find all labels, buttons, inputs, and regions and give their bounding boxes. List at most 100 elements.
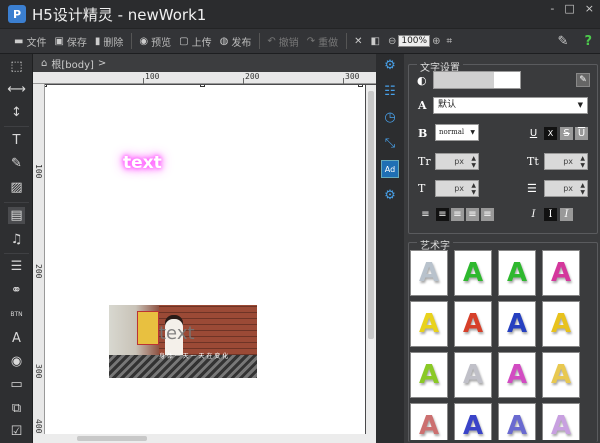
maximize-button[interactable]: □ <box>564 2 574 15</box>
no-decoration-button[interactable]: X <box>544 127 557 140</box>
image-tool-icon[interactable]: ▨ <box>8 179 25 196</box>
photo-overlay-text[interactable]: text <box>159 323 195 344</box>
art-text-style[interactable]: A <box>454 352 492 398</box>
upload-button[interactable]: ▢ 上传 <box>179 34 211 49</box>
art-text-style[interactable]: A <box>542 250 580 296</box>
audio-tool-icon[interactable]: ♫ <box>8 231 25 248</box>
art-text-style[interactable]: A <box>498 250 536 296</box>
overline-button[interactable]: U <box>575 127 588 140</box>
art-text-style[interactable]: A <box>410 403 448 440</box>
art-text-style[interactable]: A <box>454 250 492 296</box>
minimize-button[interactable]: - <box>550 2 554 15</box>
clock-icon[interactable]: ◷ <box>381 108 399 126</box>
art-text-style[interactable]: A <box>498 301 536 347</box>
art-text-grid: AAAAAAAAAAAAAAAA <box>410 250 592 440</box>
art-text-style[interactable]: A <box>410 352 448 398</box>
layers-tool-icon[interactable]: ⧉ <box>8 400 25 417</box>
align-left-button[interactable]: ≡ <box>436 208 449 221</box>
art-text-style[interactable]: A <box>498 403 536 440</box>
edit-note-icon[interactable]: ✎ <box>8 155 25 172</box>
zoom-value[interactable]: 100% <box>398 35 431 47</box>
align-center-button[interactable]: ≡ <box>451 208 464 221</box>
radio-tool-icon[interactable]: ◉ <box>8 353 25 370</box>
vertical-resize-icon[interactable]: ↕ <box>8 104 25 121</box>
line-height-icon: T <box>418 182 426 195</box>
eyedropper-icon[interactable]: ✎ <box>558 34 569 49</box>
input-tool-icon[interactable]: ▭ <box>8 376 25 393</box>
indent-input[interactable]: px ▲ ▼ <box>544 180 588 197</box>
list-icon[interactable]: ☷ <box>381 82 399 100</box>
selection-handle[interactable] <box>358 85 363 87</box>
breadcrumb-root[interactable]: 根[body] <box>51 56 94 71</box>
link-tool-icon[interactable]: ⚭ <box>8 282 25 299</box>
horizontal-resize-icon[interactable]: ⟷ <box>7 81 26 98</box>
help-icon[interactable]: ? <box>584 34 592 49</box>
redo-button[interactable]: ↷ 重做 <box>307 34 338 49</box>
font-select[interactable]: 默认 ▼ <box>433 97 588 114</box>
art-text-style[interactable]: A <box>410 250 448 296</box>
glow-text-element[interactable]: text <box>123 153 162 173</box>
letter-spacing-input[interactable]: px ▲ ▼ <box>544 153 588 170</box>
crop-button[interactable]: ⌗ <box>446 36 452 47</box>
file-button[interactable]: ▬ 文件 <box>14 34 46 49</box>
art-text-style[interactable]: A <box>542 301 580 347</box>
underline-icon[interactable]: U <box>527 127 540 140</box>
art-text-style[interactable]: A <box>454 403 492 440</box>
redo-label: 重做 <box>318 37 339 49</box>
close-button[interactable]: × <box>585 2 594 15</box>
delete-button[interactable]: ▮ 删除 <box>95 34 124 49</box>
spinner-icon[interactable]: ▲ ▼ <box>471 155 476 169</box>
undo-button[interactable]: ↶ 撤销 <box>267 34 298 49</box>
art-text-style[interactable]: A <box>454 301 492 347</box>
object-settings-icon[interactable]: ⚙ <box>381 186 399 204</box>
select-frame-icon[interactable]: ⬚ <box>8 58 25 75</box>
text-settings-icon[interactable]: Ad <box>381 160 399 178</box>
font-size-input[interactable]: px ▲ ▼ <box>435 153 479 170</box>
ruler-label: 300 <box>34 364 43 379</box>
spinner-icon[interactable]: ▲ ▼ <box>580 182 585 196</box>
align-justify-button[interactable]: ≡ <box>481 208 494 221</box>
edit-pencil-icon[interactable]: ✎ <box>576 73 590 87</box>
italic-on-button[interactable]: I <box>560 208 573 221</box>
strikethrough-button[interactable]: S <box>560 127 573 140</box>
cut-button[interactable]: ✕ <box>354 36 362 47</box>
vertical-scrollbar[interactable] <box>366 85 376 443</box>
checkbox-tool-icon[interactable]: ☑ <box>8 423 25 440</box>
spinner-icon[interactable]: ▲ ▼ <box>471 182 476 196</box>
toolbar-divider <box>4 253 29 254</box>
scroll-thumb[interactable] <box>77 436 147 441</box>
weight-select[interactable]: normal ▼ <box>435 124 479 141</box>
align-right-button[interactable]: ≡ <box>466 208 479 221</box>
scroll-thumb[interactable] <box>368 91 374 339</box>
photo-element[interactable]: text 身 体 一 天 一 天 在 变 化 <box>109 305 257 378</box>
preview-button[interactable]: ◉ 预览 <box>139 34 171 49</box>
layout-button[interactable]: ◧ <box>371 36 380 47</box>
zoom-control[interactable]: ⊖ 100% ⊕ <box>388 35 440 47</box>
settings-gear-icon[interactable]: ⚙ <box>381 56 399 74</box>
text-tool-icon[interactable]: T <box>8 132 25 149</box>
transform-icon[interactable]: ⤡ <box>381 134 399 152</box>
publish-button[interactable]: ◍ 发布 <box>220 34 252 49</box>
horizontal-scrollbar[interactable] <box>33 434 366 443</box>
zoom-out-icon[interactable]: ⊖ <box>388 36 396 47</box>
home-icon[interactable]: ⌂ <box>41 58 47 69</box>
selection-handle[interactable] <box>45 85 47 87</box>
zoom-in-icon[interactable]: ⊕ <box>432 36 440 47</box>
art-text-style[interactable]: A <box>498 352 536 398</box>
selection-handle[interactable] <box>200 85 205 87</box>
ruler-label: 300 <box>345 72 360 81</box>
letter-spacing-icon: Tt <box>527 155 539 168</box>
video-tool-icon[interactable]: ▤ <box>8 207 25 224</box>
art-text-style[interactable]: A <box>410 301 448 347</box>
italic-off-button[interactable]: I <box>544 208 557 221</box>
save-button[interactable]: ▣ 保存 <box>54 34 86 49</box>
spinner-icon[interactable]: ▲ ▼ <box>580 155 585 169</box>
form-tool-icon[interactable]: ☰ <box>8 258 25 275</box>
art-text-style[interactable]: A <box>542 403 580 440</box>
color-bar[interactable] <box>433 71 521 89</box>
design-page[interactable]: text text 身 体 一 天 一 天 在 变 化 <box>45 85 365 435</box>
font-tool-icon[interactable]: A <box>8 330 25 347</box>
button-tool-icon[interactable]: BTN <box>8 306 25 323</box>
line-height-input[interactable]: px ▲ ▼ <box>435 180 479 197</box>
art-text-style[interactable]: A <box>542 352 580 398</box>
